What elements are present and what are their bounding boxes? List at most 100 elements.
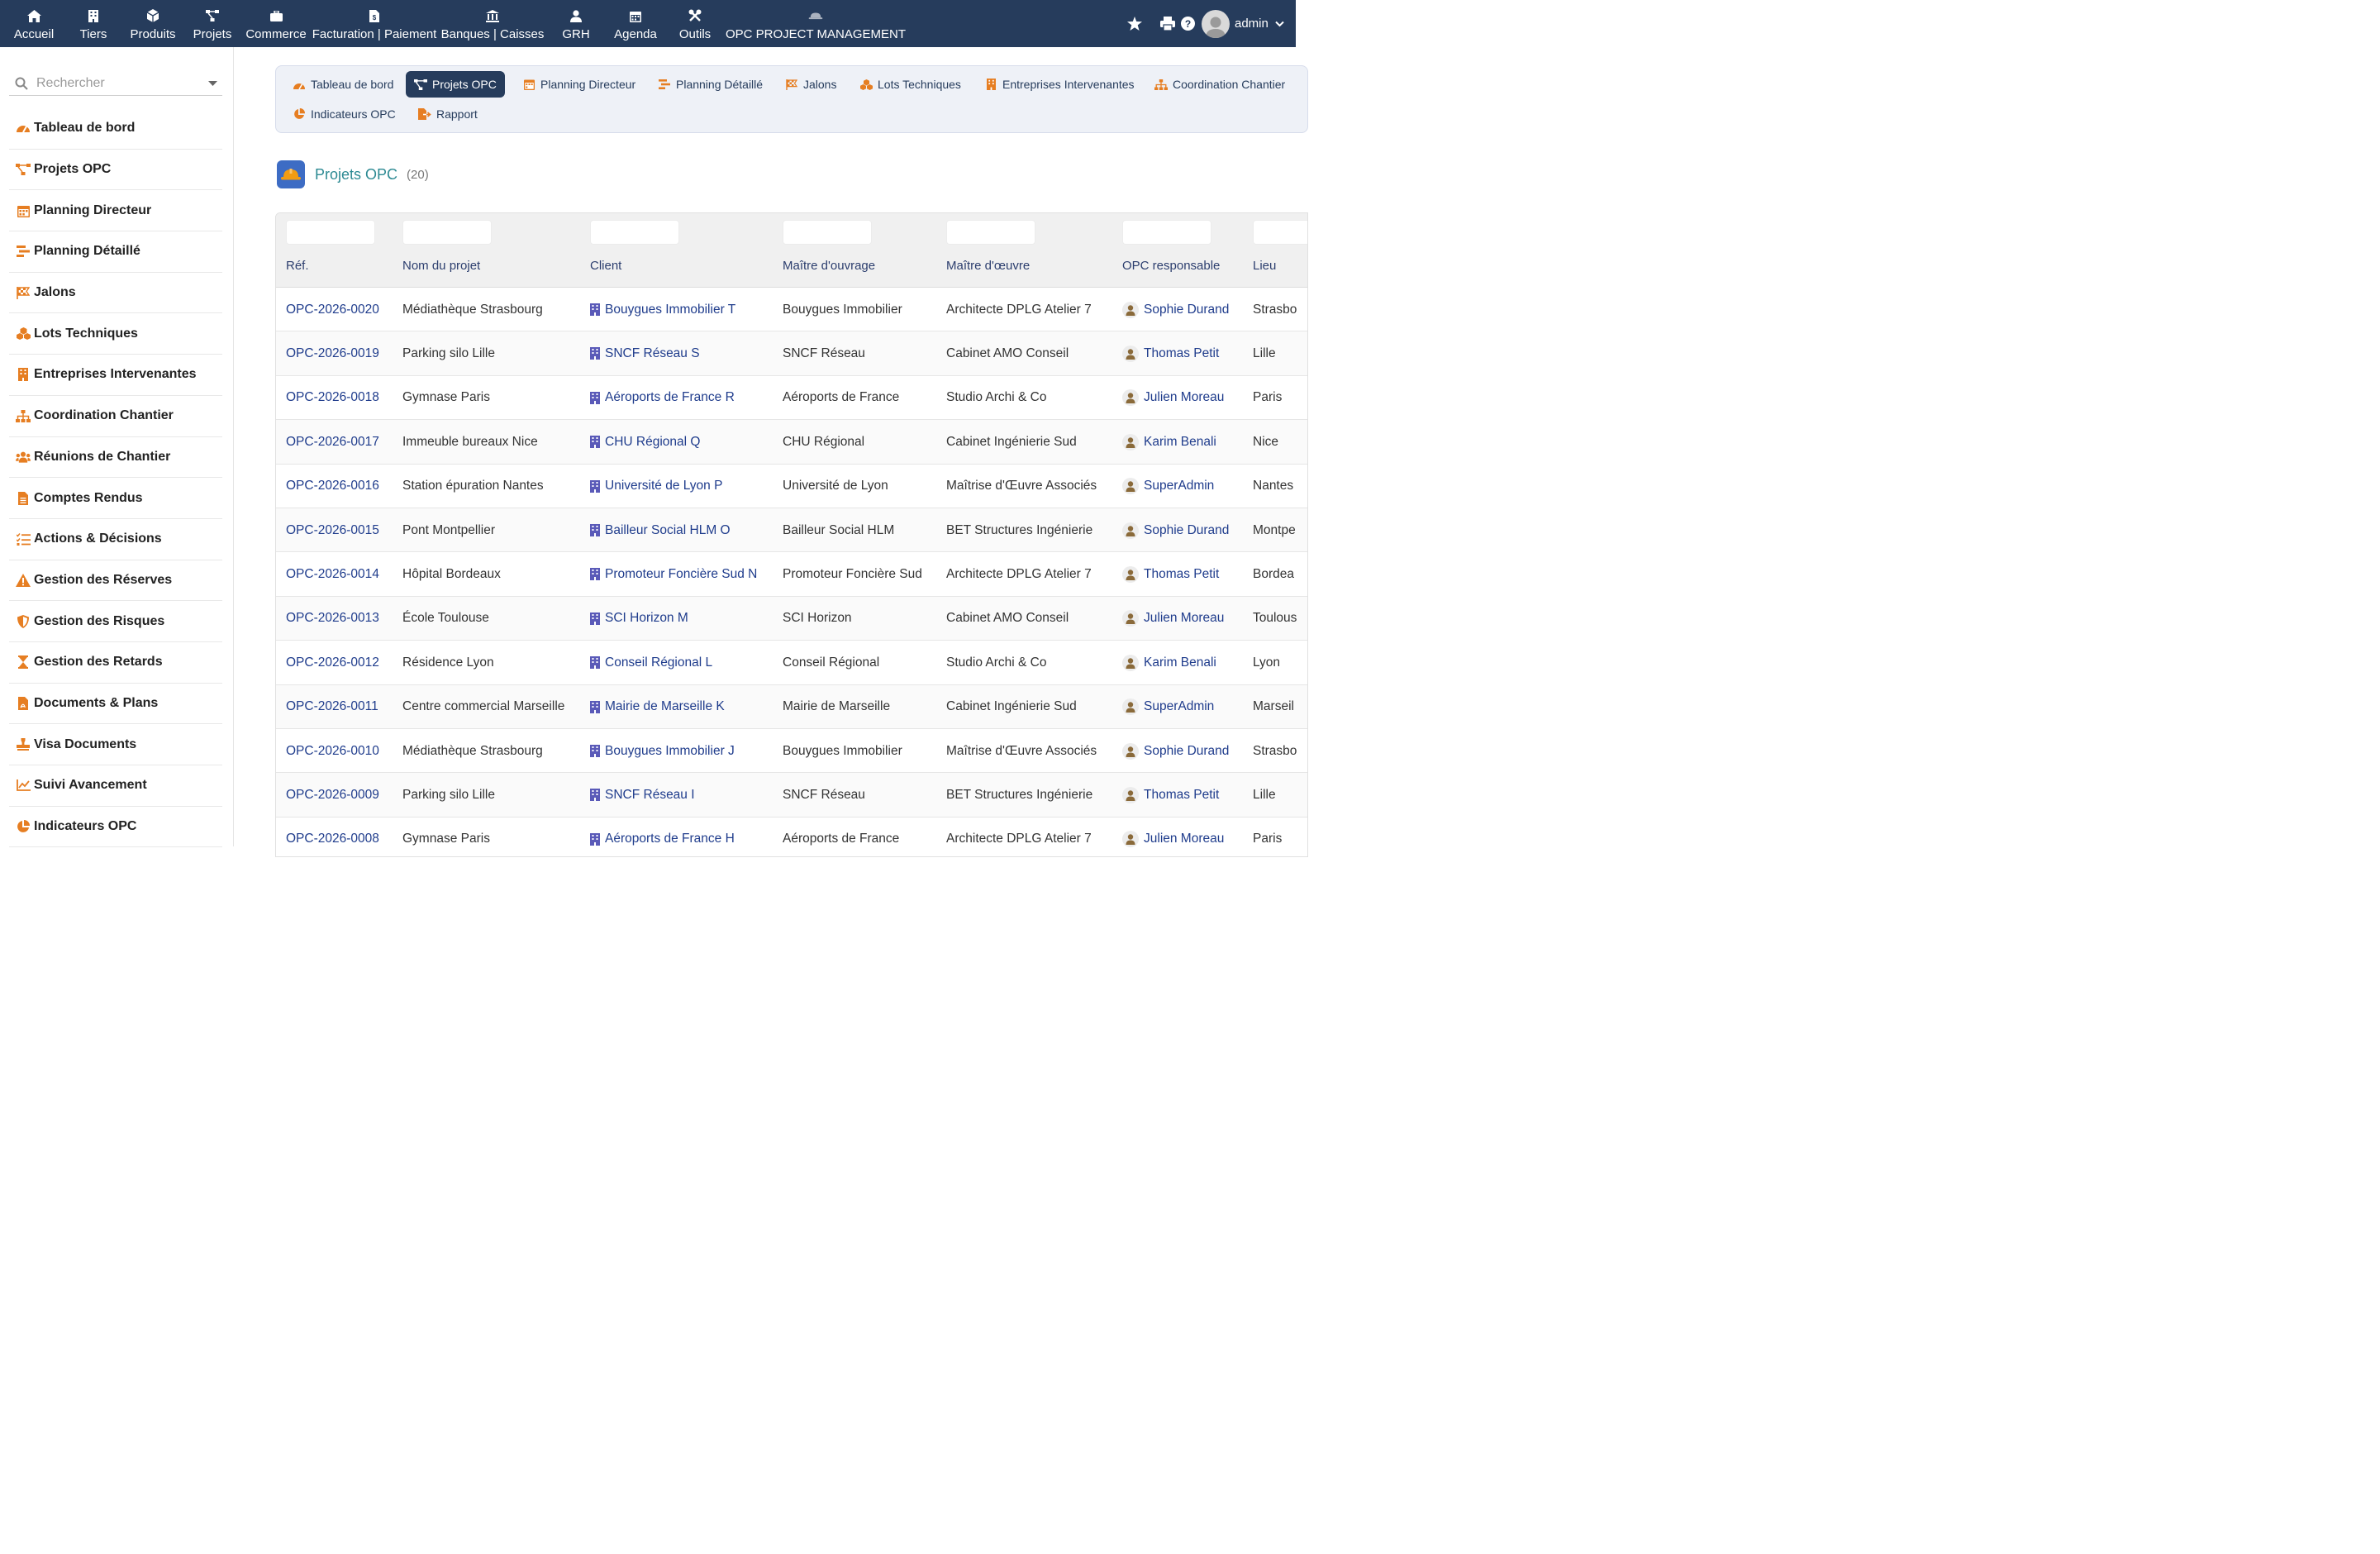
column-header-ref[interactable]: Réf.: [286, 259, 309, 273]
table-row[interactable]: OPC-2026-0010 Médiathèque Strasbourg Bouyg…: [276, 729, 1307, 774]
cell-opc[interactable]: SuperAdmin: [1122, 465, 1214, 508]
cell-client[interactable]: Conseil Régional L: [590, 641, 712, 684]
cell-ref[interactable]: OPC-2026-0017: [286, 420, 379, 464]
topnav-tiers[interactable]: Tiers: [79, 0, 107, 47]
table-row[interactable]: OPC-2026-0017 Immeuble bureaux Nice CHU Ré…: [276, 420, 1307, 465]
sidebar-item-retards[interactable]: Gestion des Retards: [9, 642, 222, 684]
cell-opc[interactable]: Julien Moreau: [1122, 376, 1224, 420]
cell-client[interactable]: Bouygues Immobilier J: [590, 729, 735, 773]
topnav-opc[interactable]: OPC PROJECT MANAGEMENT: [726, 0, 906, 47]
tab-lots-techniques[interactable]: Lots Techniques: [851, 71, 969, 98]
tab-jalons[interactable]: Jalons: [777, 71, 845, 98]
cell-client[interactable]: Aéroports de France R: [590, 376, 735, 420]
avatar[interactable]: [1202, 9, 1230, 38]
table-row[interactable]: OPC-2026-0019 Parking silo Lille SNCF Rése…: [276, 331, 1307, 376]
sidebar-item-indicateurs[interactable]: Indicateurs OPC: [9, 807, 222, 848]
column-header-nom[interactable]: Nom du projet: [402, 259, 480, 273]
topnav-accueil[interactable]: Accueil: [14, 0, 54, 47]
sidebar-item-risques[interactable]: Gestion des Risques: [9, 601, 222, 642]
sidebar-item-reunions[interactable]: Réunions de Chantier: [9, 437, 222, 479]
sidebar-item-coordination-chantier[interactable]: Coordination Chantier: [9, 396, 222, 437]
table-row[interactable]: OPC-2026-0011 Centre commercial Marseille…: [276, 684, 1307, 729]
topnav-agenda[interactable]: Agenda: [613, 0, 658, 47]
cell-opc[interactable]: Julien Moreau: [1122, 597, 1224, 641]
filter-ref-input[interactable]: [286, 220, 375, 245]
sidebar-item-projets-opc[interactable]: Projets OPC: [9, 150, 222, 191]
cell-client[interactable]: Bailleur Social HLM O: [590, 508, 731, 552]
cell-opc[interactable]: Sophie Durand: [1122, 288, 1229, 331]
sidebar-item-planning-directeur[interactable]: Planning Directeur: [9, 190, 222, 232]
cell-ref[interactable]: OPC-2026-0016: [286, 465, 379, 508]
star-icon[interactable]: [1127, 17, 1142, 31]
sidebar-item-visa-documents[interactable]: Visa Documents: [9, 724, 222, 765]
sidebar-item-actions-decisions[interactable]: Actions & Décisions: [9, 519, 222, 560]
cell-ref[interactable]: OPC-2026-0010: [286, 729, 379, 773]
cell-client[interactable]: CHU Régional Q: [590, 420, 700, 464]
cell-client[interactable]: Aéroports de France H: [590, 818, 735, 856]
filter-client-input[interactable]: [590, 220, 679, 245]
cell-opc[interactable]: Thomas Petit: [1122, 552, 1219, 596]
table-row[interactable]: OPC-2026-0012 Résidence Lyon Conseil Régio…: [276, 641, 1307, 685]
cell-opc[interactable]: SuperAdmin: [1122, 685, 1214, 729]
cell-client[interactable]: Mairie de Marseille K: [590, 685, 725, 729]
topnav-produits[interactable]: Produits: [130, 0, 176, 47]
chevron-down-icon[interactable]: [1275, 21, 1284, 27]
cell-ref[interactable]: OPC-2026-0019: [286, 331, 379, 375]
filter-moe-input[interactable]: [946, 220, 1035, 245]
cell-ref[interactable]: OPC-2026-0014: [286, 552, 379, 596]
tab-tableau-de-bord[interactable]: Tableau de bord: [284, 71, 402, 98]
cell-ref[interactable]: OPC-2026-0009: [286, 773, 379, 817]
sidebar-item-documents-plans[interactable]: Documents & Plans: [9, 684, 222, 725]
tab-indicateurs[interactable]: Indicateurs OPC: [284, 101, 404, 127]
cell-client[interactable]: SCI Horizon M: [590, 597, 688, 641]
table-row[interactable]: OPC-2026-0013 École Toulouse SCI Horizon M…: [276, 596, 1307, 641]
cell-client[interactable]: SNCF Réseau S: [590, 331, 700, 375]
cell-ref[interactable]: OPC-2026-0015: [286, 508, 379, 552]
help-icon[interactable]: ?: [1181, 17, 1195, 31]
topnav-commerce[interactable]: Commerce: [245, 0, 307, 47]
table-row[interactable]: OPC-2026-0018 Gymnase Paris Aéroports de F…: [276, 376, 1307, 421]
cell-ref[interactable]: OPC-2026-0020: [286, 288, 379, 331]
tab-coordination-chantier[interactable]: Coordination Chantier: [1146, 71, 1293, 98]
cell-ref[interactable]: OPC-2026-0013: [286, 597, 379, 641]
sidebar-item-entreprises[interactable]: Entreprises Intervenantes: [9, 355, 222, 396]
cell-client[interactable]: Université de Lyon P: [590, 465, 722, 508]
cell-ref[interactable]: OPC-2026-0008: [286, 818, 379, 856]
topnav-facturation[interactable]: $ Facturation | Paiement: [312, 0, 436, 47]
filter-nom-input[interactable]: [402, 220, 492, 245]
table-row[interactable]: OPC-2026-0016 Station épuration Nantes Uni…: [276, 465, 1307, 508]
topnav-banques[interactable]: Banques | Caisses: [441, 0, 544, 47]
filter-opc-input[interactable]: [1122, 220, 1211, 245]
tab-entreprises[interactable]: Entreprises Intervenantes: [976, 71, 1143, 98]
column-header-client[interactable]: Client: [590, 259, 621, 273]
table-row[interactable]: OPC-2026-0020 Médiathèque Strasbourg Bouyg…: [276, 288, 1307, 332]
topnav-outils[interactable]: Outils: [678, 0, 712, 47]
cell-opc[interactable]: Karim Benali: [1122, 420, 1216, 464]
cell-ref[interactable]: OPC-2026-0011: [286, 685, 378, 729]
filter-mo-input[interactable]: [783, 220, 872, 245]
cell-opc[interactable]: Sophie Durand: [1122, 508, 1229, 552]
sidebar-item-lots-techniques[interactable]: Lots Techniques: [9, 313, 222, 355]
table-row[interactable]: OPC-2026-0015 Pont Montpellier Bailleur So…: [276, 508, 1307, 553]
cell-opc[interactable]: Karim Benali: [1122, 641, 1216, 684]
tab-projets-opc[interactable]: Projets OPC: [406, 71, 505, 98]
tab-rapport[interactable]: Rapport: [410, 101, 486, 127]
tab-planning-directeur[interactable]: Planning Directeur: [514, 71, 644, 98]
sidebar-item-jalons[interactable]: Jalons: [9, 273, 222, 314]
column-header-opc[interactable]: OPC responsable: [1122, 259, 1220, 273]
table-row[interactable]: OPC-2026-0014 Hôpital Bordeaux Promoteur F…: [276, 552, 1307, 597]
cell-opc[interactable]: Sophie Durand: [1122, 729, 1229, 773]
cell-opc[interactable]: Thomas Petit: [1122, 331, 1219, 375]
sidebar-item-reserves[interactable]: Gestion des Réserves: [9, 560, 222, 602]
user-name[interactable]: admin: [1235, 17, 1269, 31]
sidebar-item-comptes-rendus[interactable]: Comptes Rendus: [9, 478, 222, 519]
print-icon[interactable]: [1160, 17, 1175, 31]
sidebar-item-planning-detaille[interactable]: Planning Détaillé: [9, 231, 222, 273]
cell-opc[interactable]: Thomas Petit: [1122, 773, 1219, 817]
search-input[interactable]: [36, 75, 193, 91]
column-header-lieu[interactable]: Lieu: [1253, 259, 1276, 273]
cell-client[interactable]: Bouygues Immobilier T: [590, 288, 735, 331]
cell-client[interactable]: Promoteur Foncière Sud N: [590, 552, 757, 596]
topnav-grh[interactable]: GRH: [562, 0, 590, 47]
sidebar-item-suivi-avancement[interactable]: Suivi Avancement: [9, 765, 222, 807]
